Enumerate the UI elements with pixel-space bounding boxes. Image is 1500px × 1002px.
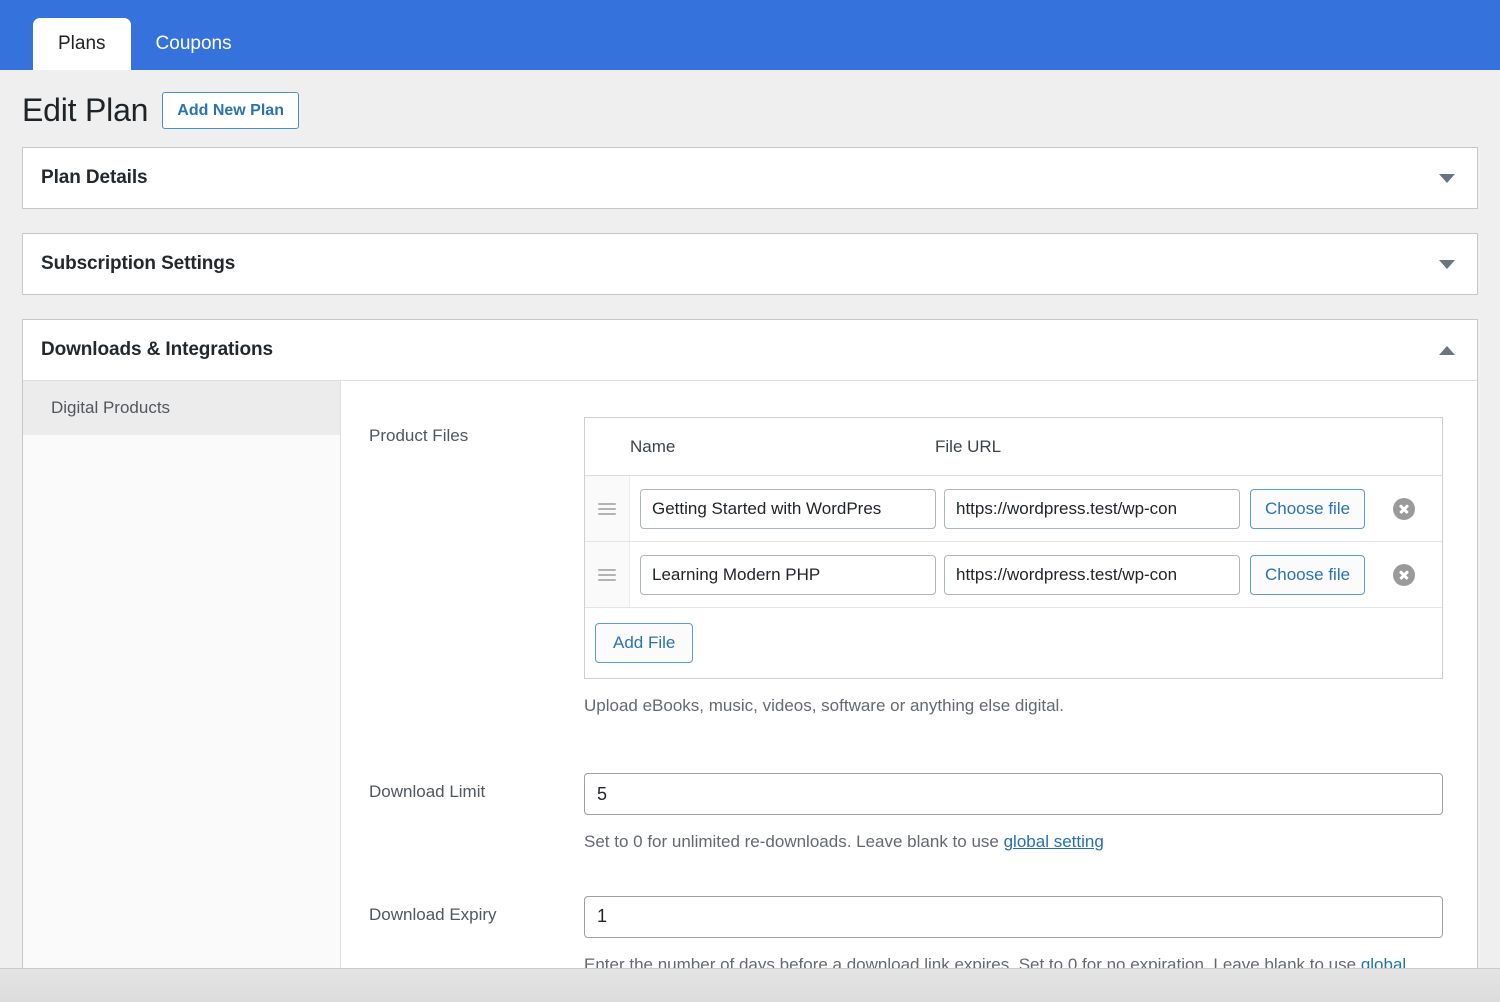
panel-plan-details-title: Plan Details: [41, 167, 148, 189]
download-limit-help-prefix: Set to 0 for unlimited re-downloads. Lea…: [584, 832, 1004, 852]
column-header-file-url: File URL: [935, 436, 1002, 456]
field-download-limit: Download Limit Set to 0 for unlimited re…: [369, 773, 1443, 855]
download-limit-label: Download Limit: [369, 782, 486, 802]
downloads-form: Product Files Name File URL Getting Star…: [341, 381, 1477, 1002]
add-file-button[interactable]: Add File: [595, 623, 694, 664]
window-bottom-strip: [0, 968, 1500, 1002]
product-files-label: Product Files: [369, 426, 469, 446]
downloads-sidebar: Digital Products: [23, 381, 341, 1002]
header-handle-spacer: [585, 418, 630, 475]
delete-cell: [1365, 497, 1442, 520]
chevron-up-icon[interactable]: [1439, 345, 1455, 355]
tab-coupons[interactable]: Coupons: [131, 18, 257, 70]
product-files-table: Name File URL Choose file: [584, 417, 1443, 680]
tab-plans[interactable]: Plans: [33, 18, 131, 70]
file-url-input[interactable]: [944, 554, 1240, 595]
top-tab-bar: Plans Coupons: [0, 0, 1500, 70]
panel-subscription-settings-title: Subscription Settings: [41, 253, 236, 275]
download-limit-global-setting-link[interactable]: global setting: [1004, 832, 1104, 851]
panel-downloads-integrations-title: Downloads & Integrations: [41, 339, 273, 361]
table-row: Choose file: [585, 542, 1442, 609]
remove-circle-icon[interactable]: [1392, 563, 1415, 586]
panel-plan-details-header[interactable]: Plan Details: [23, 148, 1477, 208]
choose-file-button[interactable]: Choose file: [1250, 554, 1366, 595]
chevron-down-icon[interactable]: [1439, 259, 1455, 269]
panel-subscription-settings: Subscription Settings: [22, 233, 1478, 296]
remove-circle-icon[interactable]: [1392, 497, 1415, 520]
sidebar-item-digital-products[interactable]: Digital Products: [23, 381, 340, 436]
chevron-down-icon[interactable]: [1439, 173, 1455, 183]
panel-subscription-settings-header[interactable]: Subscription Settings: [23, 234, 1477, 294]
download-expiry-input[interactable]: [584, 895, 1443, 938]
product-files-help-text: Upload eBooks, music, videos, software o…: [584, 696, 1065, 716]
download-expiry-label: Download Expiry: [369, 904, 497, 924]
file-name-input[interactable]: [640, 554, 936, 595]
field-product-files: Product Files Name File URL Getting Star…: [369, 417, 1443, 719]
page-header: Edit Plan Add New Plan: [0, 70, 1500, 147]
file-name-input[interactable]: [640, 488, 936, 529]
product-files-table-footer: Add File: [585, 608, 1442, 678]
accordion-panels: Plan Details Subscription Settings Downl…: [0, 147, 1500, 1002]
panel-downloads-integrations: Downloads & Integrations Digital Product…: [22, 319, 1478, 1002]
tab-plans-label: Plans: [58, 33, 106, 54]
drag-handle-icon[interactable]: [585, 476, 630, 542]
drag-handle-icon[interactable]: [585, 542, 630, 608]
sidebar-item-digital-products-label: Digital Products: [51, 398, 171, 418]
panel-plan-details: Plan Details: [22, 147, 1478, 210]
column-header-name: Name: [630, 436, 676, 456]
table-row: Choose file: [585, 476, 1442, 543]
download-limit-input[interactable]: [584, 773, 1443, 816]
page-title: Edit Plan: [22, 92, 149, 129]
delete-cell: [1365, 563, 1442, 586]
product-files-table-header: Name File URL: [585, 418, 1442, 477]
add-new-plan-button[interactable]: Add New Plan: [162, 92, 299, 130]
tab-coupons-label: Coupons: [155, 33, 232, 54]
choose-file-button[interactable]: Choose file: [1250, 488, 1366, 529]
panel-downloads-integrations-header[interactable]: Downloads & Integrations: [23, 320, 1477, 380]
file-url-input[interactable]: [944, 488, 1240, 529]
panel-downloads-integrations-body: Digital Products Product Files Name File…: [23, 380, 1477, 1002]
download-limit-help-text: Set to 0 for unlimited re-downloads. Lea…: [584, 828, 1424, 855]
